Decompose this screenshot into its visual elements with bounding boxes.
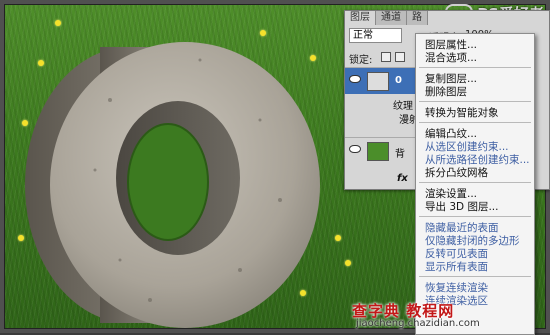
menu-item[interactable]: 复制图层... [425, 73, 477, 85]
menu-item[interactable]: 隐藏最近的表面 [425, 222, 499, 234]
menu-item[interactable]: 导出 3D 图层... [425, 201, 498, 213]
eye-icon[interactable] [349, 75, 361, 83]
menu-separator [419, 182, 531, 183]
sublayer-texture[interactable]: 纹理 [393, 97, 413, 112]
layer-name: 背 [395, 149, 405, 160]
menu-separator [419, 122, 531, 123]
menu-item[interactable]: 删除图层 [425, 86, 467, 98]
menu-item[interactable]: 从选区创建约束... [425, 141, 509, 153]
menu-item[interactable]: 显示所有表面 [425, 261, 488, 273]
watermark-bottom: 查字典 教程网 jiaocheng.chazidian.com [352, 300, 548, 333]
menu-item[interactable]: 恢复连续渲染 [425, 282, 488, 294]
menu-item[interactable]: 从所选路径创建约束... [425, 154, 530, 166]
layer-row-background[interactable]: 背 [345, 137, 421, 164]
eye-icon[interactable] [349, 145, 361, 153]
tab-layers[interactable]: 图层 [345, 11, 376, 25]
lock-pixels-icon[interactable] [395, 52, 405, 62]
menu-item[interactable]: 转换为智能对象 [425, 107, 499, 119]
fx-button[interactable]: fx [397, 173, 408, 184]
lock-label: 锁定: [349, 55, 373, 66]
lock-transparency-icon[interactable] [381, 52, 391, 62]
menu-item[interactable]: 编辑凸纹... [425, 128, 477, 140]
menu-item[interactable]: 拆分凸纹网格 [425, 167, 488, 179]
panel-tabs: 图层 通道 路 [345, 11, 428, 25]
menu-item[interactable]: 反转可见表面 [425, 248, 488, 260]
context-menu: 图层属性... 混合选项... 复制图层... 删除图层 转换为智能对象 编辑凸纹... 从… [415, 33, 535, 335]
menu-separator [419, 276, 531, 277]
tab-channels[interactable]: 通道 [376, 11, 407, 25]
tab-paths[interactable]: 路 [407, 11, 428, 25]
menu-separator [419, 67, 531, 68]
menu-separator [419, 216, 531, 217]
menu-item[interactable]: 仅隐藏封闭的多边形 [425, 235, 520, 247]
blend-mode-select[interactable]: 正常 [349, 28, 402, 43]
layer-thumbnail [367, 72, 389, 91]
menu-separator [419, 101, 531, 102]
layer-row-0[interactable]: 0 [345, 67, 421, 94]
menu-item[interactable]: 图层属性... [425, 39, 477, 51]
layer-name: 0 [395, 75, 402, 86]
watermark-url: jiaocheng.chazidian.com [356, 318, 480, 329]
menu-item[interactable]: 混合选项... [425, 52, 477, 64]
menu-item[interactable]: 渲染设置... [425, 188, 477, 200]
layer-thumbnail [367, 142, 389, 161]
